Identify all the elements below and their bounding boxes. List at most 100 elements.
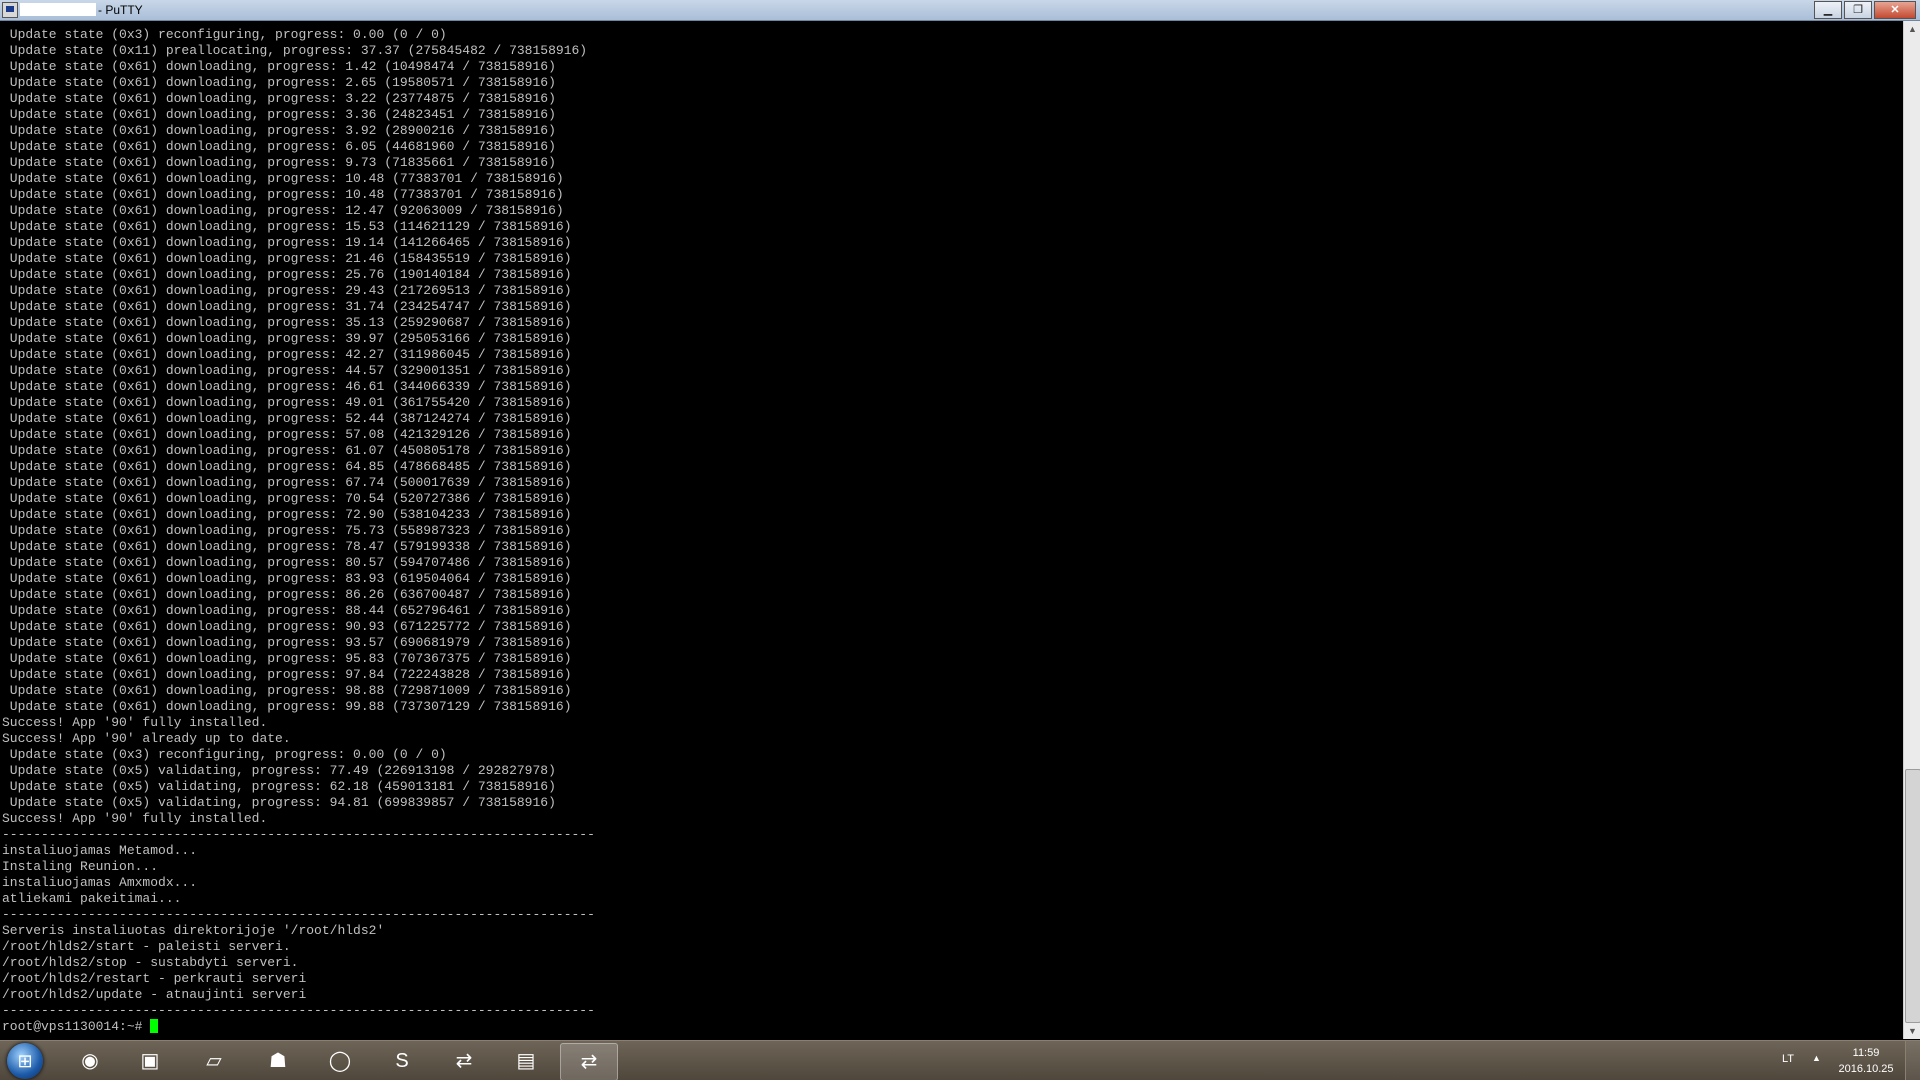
terminal-line: Update state (0x61) downloading, progres…: [2, 619, 572, 634]
terminal-line: Update state (0x61) downloading, progres…: [2, 651, 572, 666]
maximize-button[interactable]: ❐: [1844, 1, 1872, 19]
file-explorer-icon: ▤: [516, 1050, 536, 1072]
skype-icon: S: [395, 1050, 409, 1072]
game-app-icon: ☗: [269, 1050, 287, 1072]
network-manager-icon: ▣: [140, 1050, 160, 1072]
terminal-line: instaliuojamas Amxmodx...: [2, 875, 198, 890]
terminal-line: Update state (0x61) downloading, progres…: [2, 523, 572, 538]
terminal-line: Update state (0x61) downloading, progres…: [2, 699, 572, 714]
clock-date: 2016.10.25: [1838, 1063, 1894, 1075]
taskbar-button-game-app[interactable]: ☗: [250, 1043, 306, 1079]
terminal-line: Update state (0x61) downloading, progres…: [2, 187, 564, 202]
clock-time: 11:59: [1852, 1047, 1880, 1059]
terminal-line: /root/hlds2/update - atnaujinti serveri: [2, 987, 307, 1002]
scroll-thumb[interactable]: [1905, 769, 1920, 1023]
terminal-line: ----------------------------------------…: [2, 1003, 595, 1018]
start-button[interactable]: ⊞: [7, 1043, 43, 1079]
show-hidden-icons-icon[interactable]: ▲: [1812, 1053, 1821, 1063]
putty-icon: ⇄: [455, 1050, 473, 1072]
terminal-line: atliekami pakeitimai...: [2, 891, 182, 906]
taskbar: ⊞ ◉ ▣ ▱ ☗ ◯ S ⇄ ▤ ⇄ LT ▲ 11:59 2016.10.25: [0, 1040, 1920, 1080]
terminal-line: Update state (0x61) downloading, progres…: [2, 347, 572, 362]
terminal-line: Update state (0x61) downloading, progres…: [2, 59, 556, 74]
scroll-down-button[interactable]: ▼: [1904, 1023, 1920, 1039]
window-title: - PuTTY: [98, 3, 143, 17]
terminal-line: Update state (0x3) reconfiguring, progre…: [2, 747, 447, 762]
putty-active-icon: ⇄: [580, 1051, 598, 1073]
shell-prompt: root@vps1130014:~#: [2, 1019, 151, 1034]
terminal-line: Success! App '90' fully installed.: [2, 715, 268, 730]
terminal-line: Success! App '90' already up to date.: [2, 731, 291, 746]
scroll-up-button[interactable]: ▲: [1904, 21, 1920, 37]
terminal-line: Update state (0x61) downloading, progres…: [2, 251, 572, 266]
hostname-redacted: [20, 3, 96, 16]
taskbar-button-notepad[interactable]: ▱: [186, 1043, 242, 1079]
taskbar-button-media-player[interactable]: ◉: [62, 1043, 118, 1079]
terminal-line: ----------------------------------------…: [2, 827, 595, 842]
taskbar-button-putty[interactable]: ⇄: [436, 1043, 492, 1079]
terminal-output: Update state (0x3) reconfiguring, progre…: [2, 27, 595, 1035]
taskbar-button-network-manager[interactable]: ▣: [122, 1043, 178, 1079]
minimize-button[interactable]: ▁: [1814, 1, 1842, 19]
terminal-area[interactable]: Update state (0x3) reconfiguring, progre…: [0, 21, 1903, 1039]
terminal-line: Update state (0x61) downloading, progres…: [2, 507, 572, 522]
terminal-line: Update state (0x61) downloading, progres…: [2, 443, 572, 458]
terminal-prompt-line[interactable]: root@vps1130014:~#: [2, 1019, 595, 1035]
taskbar-button-putty-active[interactable]: ⇄: [560, 1043, 618, 1080]
terminal-line: Update state (0x61) downloading, progres…: [2, 315, 572, 330]
terminal-line: Update state (0x61) downloading, progres…: [2, 427, 572, 442]
terminal-line: Update state (0x3) reconfiguring, progre…: [2, 27, 447, 42]
terminal-line: Update state (0x61) downloading, progres…: [2, 235, 572, 250]
terminal-line: Update state (0x61) downloading, progres…: [2, 459, 572, 474]
terminal-line: Update state (0x61) downloading, progres…: [2, 555, 572, 570]
terminal-line: /root/hlds2/restart - perkrauti serveri: [2, 971, 307, 986]
vertical-scrollbar[interactable]: ▲ ▼: [1903, 21, 1920, 1039]
taskbar-button-opera-browser[interactable]: ◯: [312, 1043, 368, 1079]
text-cursor: [150, 1019, 159, 1033]
terminal-line: Update state (0x61) downloading, progres…: [2, 91, 556, 106]
terminal-line: Update state (0x61) downloading, progres…: [2, 571, 572, 586]
terminal-line: Success! App '90' fully installed.: [2, 811, 268, 826]
terminal-line: Update state (0x61) downloading, progres…: [2, 107, 556, 122]
window-title-bar[interactable]: - PuTTY ▁ ❐ ✕: [0, 0, 1920, 21]
terminal-line: /root/hlds2/stop - sustabdyti serveri.: [2, 955, 299, 970]
show-desktop-button[interactable]: [1905, 1041, 1920, 1080]
terminal-line: Update state (0x61) downloading, progres…: [2, 283, 572, 298]
terminal-line: Update state (0x61) downloading, progres…: [2, 379, 572, 394]
close-button[interactable]: ✕: [1874, 1, 1916, 19]
opera-browser-icon: ◯: [328, 1050, 352, 1072]
terminal-line: Update state (0x61) downloading, progres…: [2, 363, 572, 378]
terminal-line: Update state (0x61) downloading, progres…: [2, 203, 564, 218]
media-player-icon: ◉: [81, 1050, 99, 1072]
terminal-line: Update state (0x61) downloading, progres…: [2, 539, 572, 554]
terminal-line: Update state (0x61) downloading, progres…: [2, 411, 572, 426]
taskbar-button-skype[interactable]: S: [374, 1043, 430, 1079]
terminal-line: Update state (0x61) downloading, progres…: [2, 635, 572, 650]
terminal-line: Update state (0x5) validating, progress:…: [2, 763, 556, 778]
terminal-line: Update state (0x61) downloading, progres…: [2, 395, 572, 410]
terminal-line: Update state (0x61) downloading, progres…: [2, 475, 572, 490]
window-controls: ▁ ❐ ✕: [1814, 1, 1916, 19]
taskbar-button-file-explorer[interactable]: ▤: [498, 1043, 554, 1079]
terminal-line: Update state (0x61) downloading, progres…: [2, 491, 572, 506]
terminal-line: Update state (0x61) downloading, progres…: [2, 267, 572, 282]
terminal-line: Update state (0x61) downloading, progres…: [2, 683, 572, 698]
terminal-line: Update state (0x61) downloading, progres…: [2, 331, 572, 346]
terminal-line: Update state (0x61) downloading, progres…: [2, 667, 572, 682]
terminal-line: Update state (0x61) downloading, progres…: [2, 171, 564, 186]
terminal-line: Update state (0x5) validating, progress:…: [2, 795, 556, 810]
putty-app-icon[interactable]: [2, 2, 18, 18]
terminal-line: Update state (0x11) preallocating, progr…: [2, 43, 588, 58]
terminal-line: Update state (0x61) downloading, progres…: [2, 123, 556, 138]
terminal-line: Update state (0x61) downloading, progres…: [2, 139, 556, 154]
terminal-line: Update state (0x61) downloading, progres…: [2, 587, 572, 602]
language-indicator[interactable]: LT: [1782, 1053, 1794, 1065]
terminal-line: Update state (0x61) downloading, progres…: [2, 75, 556, 90]
terminal-line: Serveris instaliuotas direktorijoje '/ro…: [2, 923, 385, 938]
system-clock[interactable]: 11:59 2016.10.25: [1836, 1045, 1896, 1077]
terminal-line: Update state (0x5) validating, progress:…: [2, 779, 556, 794]
terminal-line: Update state (0x61) downloading, progres…: [2, 603, 572, 618]
terminal-line: Update state (0x61) downloading, progres…: [2, 155, 556, 170]
windows-logo-icon: ⊞: [17, 1051, 33, 1071]
terminal-line: ----------------------------------------…: [2, 907, 595, 922]
